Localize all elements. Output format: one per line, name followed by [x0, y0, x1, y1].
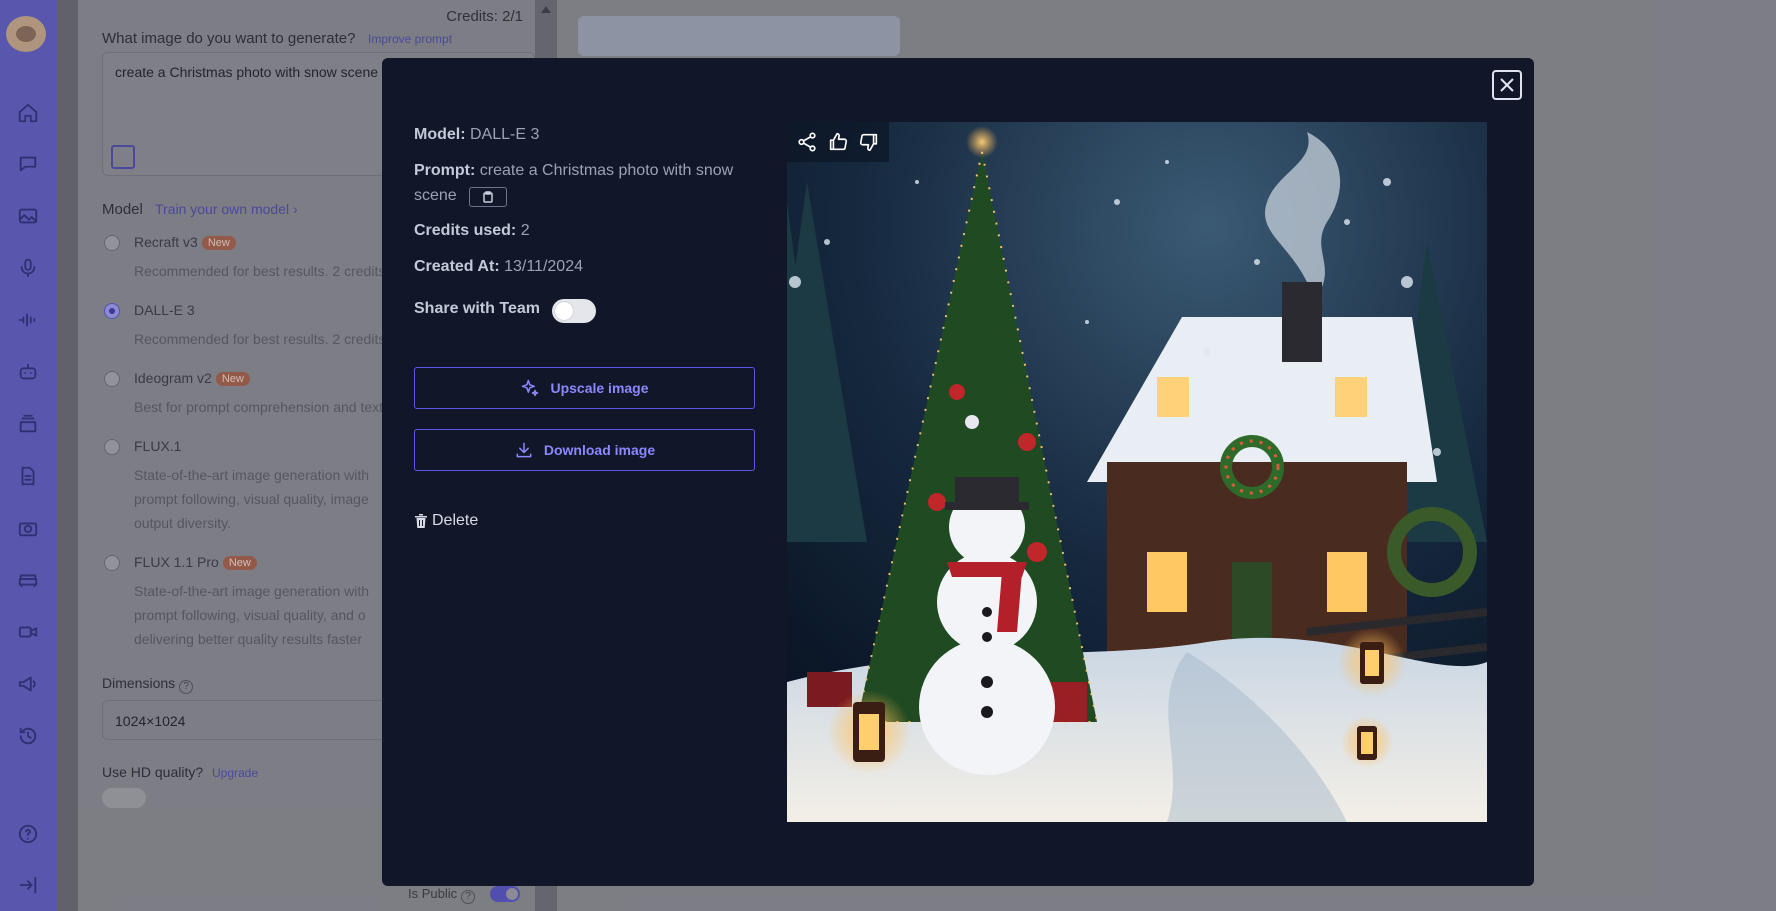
- close-icon: [1500, 78, 1514, 92]
- thumbs-down-button[interactable]: [856, 129, 882, 155]
- close-button[interactable]: [1492, 70, 1522, 100]
- model-info: Model: DALL-E 3: [414, 126, 540, 143]
- share-icon: [798, 132, 816, 152]
- upscale-label: Upscale image: [550, 380, 649, 396]
- sparkle-icon: [522, 379, 539, 397]
- trash-icon: [415, 514, 427, 528]
- credits-used-info: Credits used: 2: [414, 222, 530, 239]
- thumbs-up-icon: [829, 132, 848, 151]
- image-toolbar: [787, 122, 889, 162]
- share-with-team-toggle[interactable]: [552, 299, 596, 323]
- image-detail-modal: Model: DALL-E 3 Prompt: create a Christm…: [382, 58, 1534, 886]
- generated-image: [787, 122, 1487, 822]
- thumbs-down-icon: [860, 133, 878, 152]
- share-with-team-label: Share with Team: [414, 300, 540, 317]
- christmas-scene-illustration: [787, 122, 1487, 822]
- download-icon: [516, 442, 532, 458]
- clipboard-icon: [483, 191, 493, 203]
- copy-prompt-button[interactable]: [469, 187, 508, 207]
- delete-button[interactable]: Delete: [414, 512, 478, 530]
- delete-label: Delete: [432, 512, 479, 529]
- download-label: Download image: [543, 442, 656, 458]
- thumbs-up-button[interactable]: [825, 129, 851, 155]
- prompt-info: Prompt: create a Christmas photo with sn…: [414, 158, 764, 208]
- share-button[interactable]: [794, 129, 820, 155]
- download-image-button[interactable]: Download image: [414, 429, 755, 471]
- upscale-image-button[interactable]: Upscale image: [414, 367, 755, 409]
- created-at-info: Created At: 13/11/2024: [414, 258, 583, 275]
